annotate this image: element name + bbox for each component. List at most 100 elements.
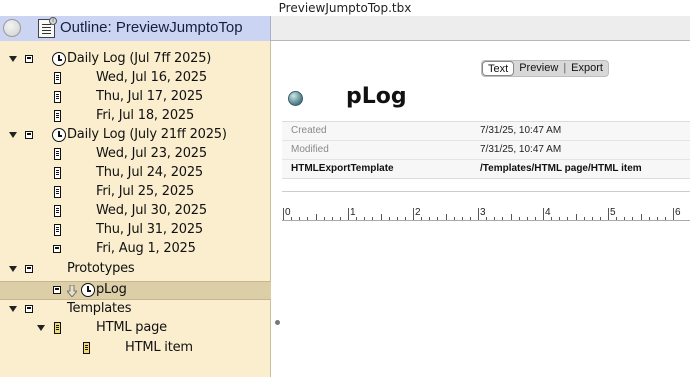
ruler-tick bbox=[624, 217, 626, 220]
ruler-tick bbox=[583, 217, 585, 220]
attribute-value[interactable]: 7/31/25, 10:47 AM bbox=[480, 144, 561, 155]
ruler-tick bbox=[323, 217, 325, 220]
outline-row[interactable]: Thu, Jul 31, 2025 bbox=[0, 221, 271, 240]
note-title[interactable]: pLog bbox=[346, 84, 407, 109]
outline-row[interactable]: HTML page bbox=[0, 319, 271, 338]
ruler-tick bbox=[502, 217, 504, 220]
ruler-tick bbox=[388, 217, 390, 220]
note-icon bbox=[54, 322, 61, 334]
outline-doc-icon: i bbox=[38, 17, 57, 38]
ruler-tick bbox=[640, 214, 642, 220]
attribute-row[interactable]: Created 7/31/25, 10:47 AM bbox=[282, 122, 690, 141]
ruler-tick bbox=[396, 217, 398, 220]
outline-row-label: Thu, Jul 31, 2025 bbox=[96, 222, 203, 237]
ruler[interactable]: 0 1 2 3 4 5 6 bbox=[282, 203, 690, 221]
attribute-name: Created bbox=[291, 125, 327, 136]
outline-row[interactable]: Fri, Aug 1, 2025 bbox=[0, 240, 271, 259]
outline-row[interactable]: Thu, Jul 24, 2025 bbox=[0, 164, 271, 183]
outline-row[interactable]: Templates bbox=[0, 300, 271, 319]
outline-row-label: Daily Log (Jul 7ff 2025) bbox=[67, 51, 212, 66]
ruler-tick bbox=[339, 217, 341, 220]
window-title: PreviewJumptoTop.tbx bbox=[0, 0, 690, 16]
ruler-tick bbox=[307, 217, 309, 220]
outline-row-label: Prototypes bbox=[67, 261, 135, 276]
ruler-tick bbox=[656, 217, 658, 220]
attribute-row[interactable]: Modified 7/31/25, 10:47 AM bbox=[282, 141, 690, 160]
outline-row-label: Templates bbox=[67, 301, 132, 316]
ruler-number: 4 bbox=[545, 207, 551, 218]
ruler-tick bbox=[421, 217, 423, 220]
outline-row-label: Wed, Jul 16, 2025 bbox=[96, 70, 207, 85]
ruler-tick bbox=[372, 217, 374, 220]
ruler-tick bbox=[380, 214, 382, 220]
outline-row[interactable]: HTML item bbox=[0, 339, 271, 358]
outline-row[interactable]: Daily Log (July 21ff 2025) bbox=[0, 126, 271, 145]
outline-row[interactable]: Thu, Jul 17, 2025 bbox=[0, 88, 271, 107]
disclosure-triangle-icon[interactable] bbox=[9, 56, 17, 62]
attribute-row[interactable]: HTMLExportTemplate /Templates/HTML page/… bbox=[282, 160, 690, 179]
ruler-separator bbox=[282, 191, 690, 197]
ruler-tick bbox=[461, 217, 463, 220]
outline-row[interactable]: Fri, Jul 18, 2025 bbox=[0, 107, 271, 126]
outline-row[interactable]: Wed, Jul 23, 2025 bbox=[0, 145, 271, 164]
ruler-tick bbox=[404, 217, 406, 220]
outline-row-selected[interactable]: pLog bbox=[0, 281, 271, 300]
container-icon bbox=[25, 265, 33, 273]
ruler-tick bbox=[608, 208, 609, 220]
disclosure-triangle-icon[interactable] bbox=[37, 325, 45, 331]
attribute-name: Modified bbox=[291, 144, 329, 155]
ruler-number: 2 bbox=[415, 207, 421, 218]
ruler-tick bbox=[534, 217, 536, 220]
mode-export-button[interactable]: Export bbox=[566, 61, 608, 76]
outline-row[interactable]: Prototypes bbox=[0, 260, 271, 279]
ruler-number: 0 bbox=[285, 207, 291, 218]
disclosure-triangle-icon[interactable] bbox=[9, 266, 17, 272]
ruler-tick bbox=[494, 217, 496, 220]
ruler-tick bbox=[453, 217, 455, 220]
outline-row-label: Fri, Jul 18, 2025 bbox=[96, 108, 195, 123]
clock-icon bbox=[52, 128, 66, 142]
outline-row-label: Thu, Jul 17, 2025 bbox=[96, 89, 203, 104]
outline-row[interactable]: Fri, Jul 25, 2025 bbox=[0, 183, 271, 202]
outline-row[interactable]: Daily Log (Jul 7ff 2025) bbox=[0, 50, 271, 69]
disclosure-triangle-icon[interactable] bbox=[9, 132, 17, 138]
outline-row[interactable]: Wed, Jul 30, 2025 bbox=[0, 202, 271, 221]
key-attributes-table: Created 7/31/25, 10:47 AM Modified 7/31/… bbox=[282, 121, 690, 179]
tab-close-icon[interactable] bbox=[3, 19, 21, 37]
disclosure-triangle-icon[interactable] bbox=[9, 306, 17, 312]
attribute-value[interactable]: /Templates/HTML page/HTML item bbox=[480, 163, 642, 174]
ruler-tick bbox=[673, 208, 674, 220]
ruler-tick bbox=[510, 214, 512, 220]
ruler-tick bbox=[616, 217, 618, 220]
ruler-tick bbox=[315, 214, 317, 220]
ruler-tick bbox=[331, 217, 333, 220]
tab-outline[interactable]: i Outline: PreviewJumptoTop bbox=[0, 16, 271, 41]
splitter-handle[interactable] bbox=[275, 320, 280, 325]
attribute-name: HTMLExportTemplate bbox=[291, 163, 394, 174]
mode-preview-button[interactable]: Preview bbox=[514, 61, 563, 76]
clock-icon bbox=[81, 283, 95, 297]
note-icon bbox=[54, 205, 61, 217]
outline-row[interactable]: Wed, Jul 16, 2025 bbox=[0, 69, 271, 88]
ruler-tick bbox=[437, 217, 439, 220]
ruler-tick bbox=[543, 208, 544, 220]
note-icon bbox=[83, 342, 90, 354]
text-pane: Text Preview | Export pLog Created 7/31/… bbox=[282, 41, 690, 377]
attribute-value[interactable]: 7/31/25, 10:47 AM bbox=[480, 125, 561, 136]
outline-row-label: Fri, Jul 25, 2025 bbox=[96, 184, 195, 199]
container-icon bbox=[25, 55, 33, 63]
note-icon bbox=[54, 148, 61, 160]
container-icon bbox=[25, 305, 33, 313]
ruler-tick bbox=[348, 208, 349, 220]
ruler-tick bbox=[364, 217, 366, 220]
mode-text-button[interactable]: Text bbox=[482, 61, 515, 76]
ruler-tick bbox=[526, 217, 528, 220]
ruler-tick bbox=[291, 217, 293, 220]
container-icon bbox=[25, 131, 33, 139]
ruler-tick bbox=[429, 217, 431, 220]
outline-row-label: HTML item bbox=[125, 340, 193, 355]
container-icon bbox=[53, 245, 61, 253]
tab-bar: i Outline: PreviewJumptoTop bbox=[0, 16, 690, 41]
ruler-tick bbox=[664, 217, 666, 220]
ruler-number: 1 bbox=[350, 207, 356, 218]
